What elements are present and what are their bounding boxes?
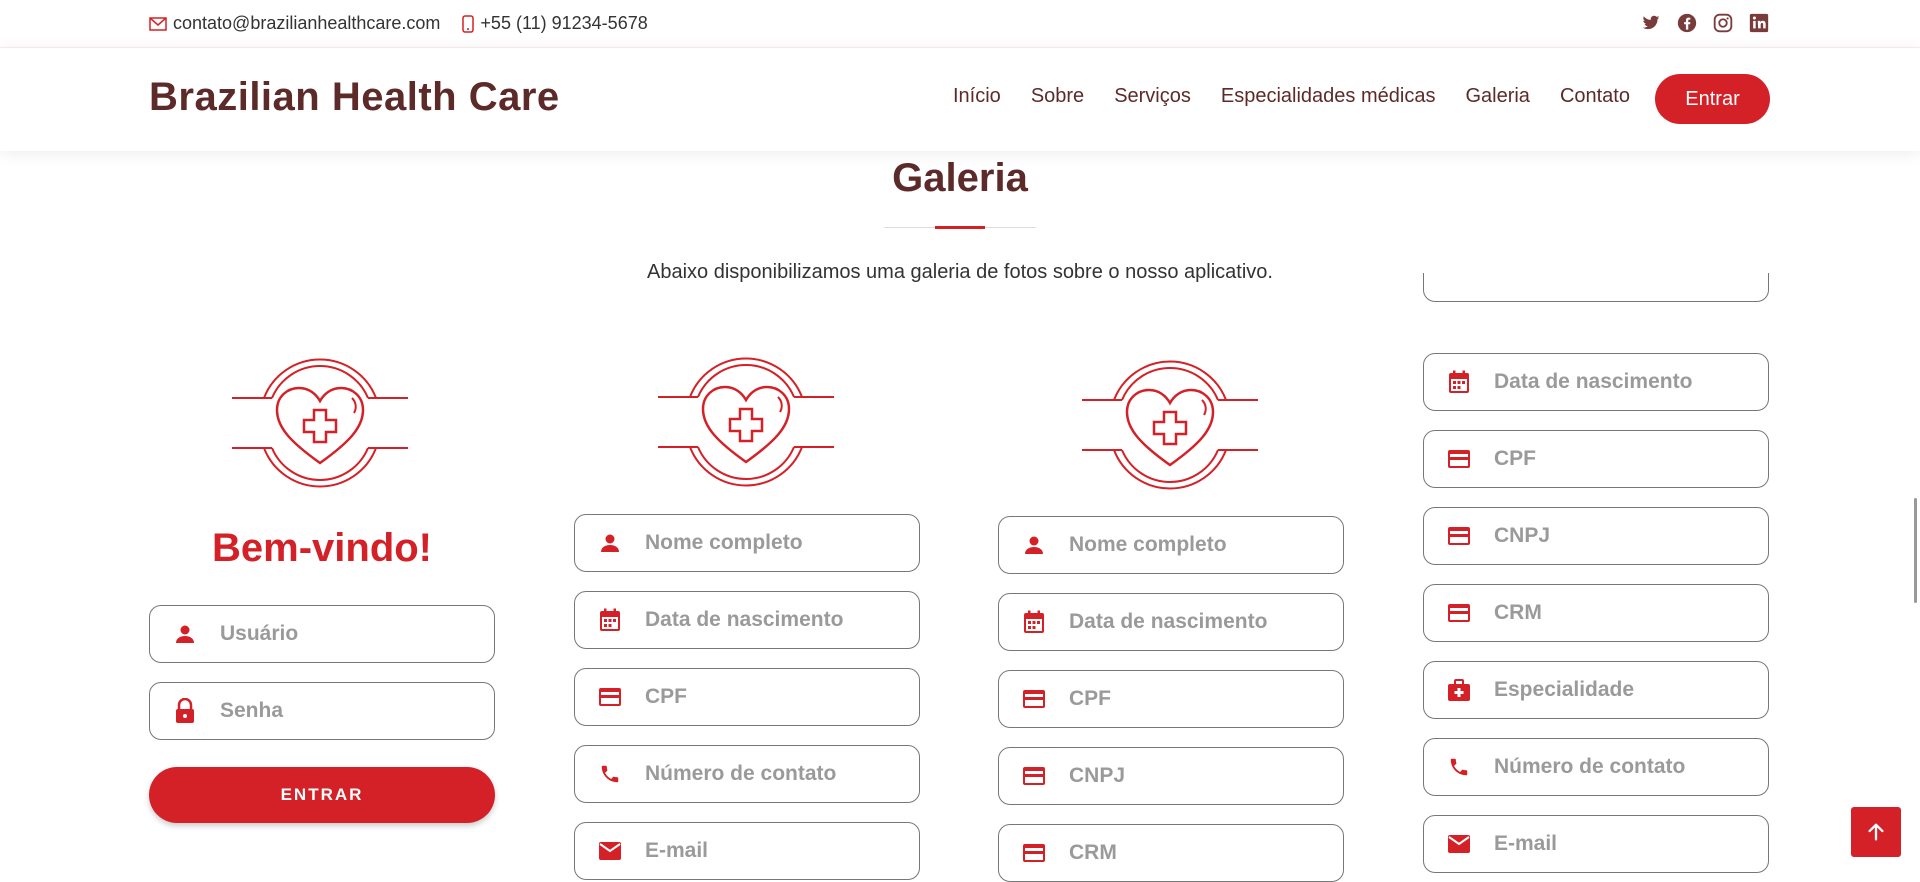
email-field[interactable]: E-mail — [574, 822, 920, 880]
main-nav: Início Sobre Serviços Especialidades méd… — [953, 85, 1630, 108]
cnpj-field[interactable]: CNPJ — [1423, 507, 1769, 565]
password-field[interactable]: Senha — [149, 682, 495, 740]
crm-field[interactable]: CRM — [998, 824, 1344, 882]
back-to-top-button[interactable] — [1851, 807, 1901, 857]
email-placeholder: E-mail — [645, 839, 709, 862]
contact-email[interactable]: contato@brazilianhealthcare.com — [149, 13, 440, 34]
social-links — [1640, 12, 1770, 34]
card-icon — [1446, 446, 1472, 472]
full-name-placeholder: Nome completo — [1069, 533, 1227, 556]
birthdate-field[interactable]: Data de nascimento — [1423, 353, 1769, 411]
crm-field[interactable]: CRM — [1423, 584, 1769, 642]
specialty-field[interactable]: Especialidade — [1423, 661, 1769, 719]
nav-item-sobre[interactable]: Sobre — [1031, 85, 1084, 108]
contact-number-placeholder: Número de contato — [1494, 755, 1686, 778]
login-submit-button[interactable]: ENTRAR — [149, 767, 495, 823]
card-icon — [1021, 763, 1047, 789]
password-placeholder: Senha — [220, 699, 284, 722]
top-bar: contato@brazilianhealthcare.com +55 (11)… — [0, 0, 1920, 48]
contact-number-placeholder: Número de contato — [645, 762, 837, 785]
username-field[interactable]: Usuário — [149, 605, 495, 663]
contact-info: contato@brazilianhealthcare.com +55 (11)… — [149, 13, 670, 34]
cpf-placeholder: CPF — [1494, 447, 1536, 470]
card-icon — [1021, 686, 1047, 712]
welcome-heading: Bem-vindo! — [212, 526, 432, 570]
contact-email-text: contato@brazilianhealthcare.com — [173, 13, 441, 33]
full-name-field[interactable]: Nome completo — [574, 514, 920, 572]
cpf-placeholder: CPF — [1069, 687, 1111, 710]
arrow-up-icon — [1868, 823, 1884, 841]
nav-item-contato[interactable]: Contato — [1560, 85, 1630, 108]
email-field[interactable]: E-mail — [1423, 815, 1769, 873]
crm-placeholder: CRM — [1494, 601, 1542, 624]
login-header-button[interactable]: Entrar — [1655, 74, 1770, 124]
nav-item-servicos[interactable]: Serviços — [1114, 85, 1191, 108]
contact-phone[interactable]: +55 (11) 91234-5678 — [462, 13, 648, 34]
card-icon — [1446, 600, 1472, 626]
email-placeholder: E-mail — [1494, 832, 1558, 855]
birthdate-field[interactable]: Data de nascimento — [998, 593, 1344, 651]
phone-icon — [597, 761, 623, 787]
cnpj-placeholder: CNPJ — [1494, 524, 1551, 547]
facebook-icon[interactable] — [1676, 12, 1698, 34]
contact-number-field[interactable]: Número de contato — [574, 745, 920, 803]
health-heart-emblem-icon — [658, 357, 834, 487]
cnpj-placeholder: CNPJ — [1069, 764, 1126, 787]
contact-phone-text: +55 (11) 91234-5678 — [480, 13, 648, 33]
partial-field-above — [1423, 273, 1769, 302]
calendar-icon — [597, 607, 623, 633]
twitter-icon[interactable] — [1640, 12, 1662, 34]
cnpj-field[interactable]: CNPJ — [998, 747, 1344, 805]
specialty-placeholder: Especialidade — [1494, 678, 1635, 701]
nav-item-especialidades[interactable]: Especialidades médicas — [1221, 85, 1436, 108]
site-logo[interactable]: Brazilian Health Care — [149, 75, 560, 120]
mobile-phone-icon — [462, 14, 475, 33]
nav-item-galeria[interactable]: Galeria — [1465, 85, 1529, 108]
cpf-field[interactable]: CPF — [1423, 430, 1769, 488]
full-name-placeholder: Nome completo — [645, 531, 803, 554]
user-icon — [1021, 532, 1047, 558]
contact-number-field[interactable]: Número de contato — [1423, 738, 1769, 796]
username-placeholder: Usuário — [220, 622, 299, 645]
calendar-icon — [1446, 369, 1472, 395]
calendar-icon — [1021, 609, 1047, 635]
nav-item-inicio[interactable]: Início — [953, 85, 1001, 108]
lock-icon — [172, 698, 198, 724]
mail-icon — [1446, 831, 1472, 857]
card-icon — [1446, 523, 1472, 549]
page-scrollbar[interactable] — [1914, 498, 1917, 603]
cpf-field[interactable]: CPF — [574, 668, 920, 726]
title-divider-accent — [935, 226, 985, 229]
health-heart-emblem-icon — [1082, 360, 1258, 490]
birthdate-field[interactable]: Data de nascimento — [574, 591, 920, 649]
birthdate-placeholder: Data de nascimento — [1069, 610, 1268, 633]
health-heart-emblem-icon — [232, 358, 408, 488]
cpf-field[interactable]: CPF — [998, 670, 1344, 728]
envelope-icon — [149, 16, 167, 31]
main-header: Brazilian Health Care Início Sobre Servi… — [0, 48, 1920, 151]
crm-placeholder: CRM — [1069, 841, 1117, 864]
medical-bag-icon — [1446, 677, 1472, 703]
user-icon — [597, 530, 623, 556]
section-title: Galeria — [892, 156, 1028, 200]
mail-icon — [597, 838, 623, 864]
card-icon — [1021, 840, 1047, 866]
full-name-field[interactable]: Nome completo — [998, 516, 1344, 574]
cpf-placeholder: CPF — [645, 685, 687, 708]
birthdate-placeholder: Data de nascimento — [645, 608, 844, 631]
linkedin-icon[interactable] — [1748, 12, 1770, 34]
card-icon — [597, 684, 623, 710]
user-icon — [172, 621, 198, 647]
instagram-icon[interactable] — [1712, 12, 1734, 34]
phone-icon — [1446, 754, 1472, 780]
birthdate-placeholder: Data de nascimento — [1494, 370, 1693, 393]
